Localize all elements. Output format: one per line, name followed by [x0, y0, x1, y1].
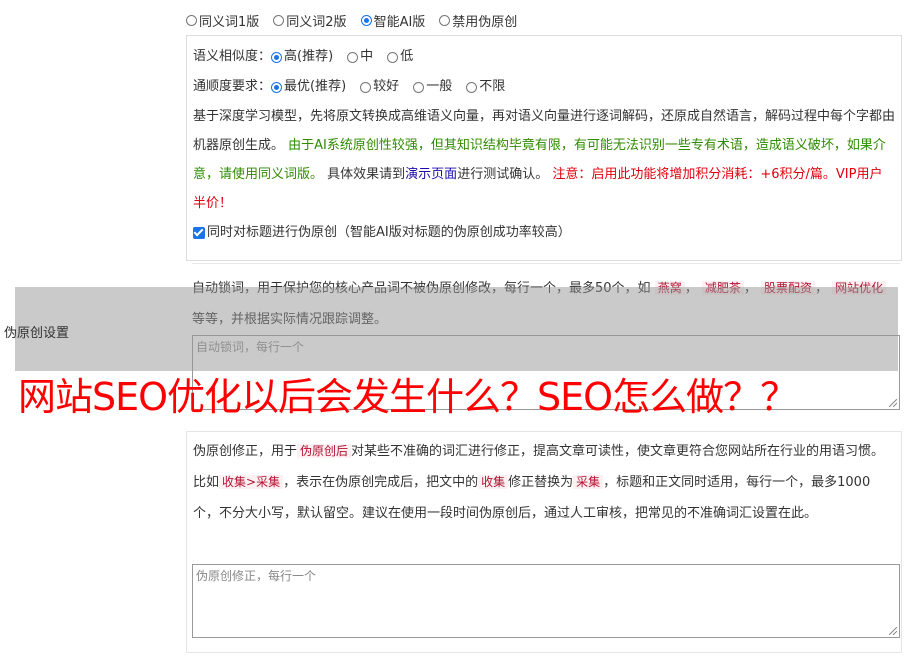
- version-disable-option[interactable]: 禁用伪原创: [439, 11, 517, 30]
- fluency-label: 通顺度要求：: [193, 79, 272, 94]
- option-label: 一般: [426, 79, 453, 94]
- radio-icon[interactable]: [186, 15, 197, 26]
- checkbox-checked-icon[interactable]: [193, 227, 205, 239]
- correction-text: 伪原创修正，用于: [193, 444, 298, 459]
- title-rewrite-checkbox[interactable]: 同时对标题进行伪原创（智能AI版对标题的伪原创成功率较高）: [193, 218, 895, 248]
- radio-selected-icon[interactable]: [271, 51, 283, 63]
- correction-description: 伪原创修正，用于 伪原创后 对某些不准确的词汇进行修正，提高文章可读性，使文章更符合…: [193, 436, 895, 529]
- description-text: 进行测试确认。: [457, 167, 549, 182]
- resize-handle-icon[interactable]: [889, 399, 897, 407]
- radio-selected-icon[interactable]: [360, 15, 372, 26]
- option-label: 智能AI版: [373, 15, 426, 30]
- correction-text: 修正替换为: [508, 475, 574, 490]
- correction-textarea[interactable]: 伪原创修正，每行一个: [192, 564, 900, 638]
- demo-page-link[interactable]: 演示页面: [405, 167, 457, 182]
- fluency-row: 通顺度要求： 最优(推荐) 较好 一般 不限: [193, 72, 895, 102]
- example-tag: 收集: [478, 475, 509, 489]
- radio-icon[interactable]: [360, 81, 372, 93]
- option-label: 同义词1版: [199, 15, 260, 30]
- correction-text: ，表示在伪原创完成后，把文中的: [283, 475, 479, 490]
- settings-label: 伪原创设置: [4, 326, 70, 341]
- option-label: 不限: [479, 79, 506, 94]
- ai-description: 基于深度学习模型，先将原文转换成高维语义向量，再对语义向量进行逐词解码，还原成自…: [193, 102, 895, 218]
- option-label: 高(推荐): [284, 49, 334, 64]
- checkbox-label: 同时对标题进行伪原创（智能AI版对标题的伪原创成功率较高）: [207, 225, 571, 240]
- similarity-low-option[interactable]: 低: [387, 42, 413, 72]
- ai-settings-panel: 语义相似度： 高(推荐) 中 低 通顺度要求： 最优(推荐) 较好 一般 不限 …: [186, 35, 902, 261]
- option-label: 最优(推荐): [284, 79, 347, 94]
- radio-icon[interactable]: [439, 15, 451, 26]
- resize-handle-icon[interactable]: [889, 627, 897, 635]
- fluency-good-option[interactable]: 较好: [360, 72, 399, 102]
- radio-icon[interactable]: [273, 15, 285, 26]
- radio-icon[interactable]: [413, 81, 425, 93]
- fluency-best-option[interactable]: 最优(推荐): [271, 72, 346, 102]
- description-text: 具体效果请到: [327, 167, 406, 182]
- similarity-mid-option[interactable]: 中: [347, 42, 373, 72]
- version-synonym1-option[interactable]: 同义词1版: [186, 11, 259, 30]
- version-ai-option[interactable]: 智能AI版: [360, 11, 426, 30]
- divider: [192, 263, 900, 264]
- option-label: 低: [400, 49, 414, 64]
- fluency-any-option[interactable]: 不限: [466, 72, 505, 102]
- textarea-placeholder: 伪原创修正，每行一个: [196, 569, 317, 583]
- example-tag: 伪原创后: [297, 444, 352, 458]
- similarity-row: 语义相似度： 高(推荐) 中 低: [193, 42, 895, 72]
- option-label: 同义词2版: [286, 15, 347, 30]
- radio-selected-icon[interactable]: [271, 81, 283, 93]
- similarity-label: 语义相似度：: [193, 49, 272, 64]
- option-label: 禁用伪原创: [452, 15, 518, 30]
- example-tag: 收集>采集: [219, 475, 284, 489]
- example-tag: 采集: [573, 475, 604, 489]
- overlay-band: [15, 287, 898, 371]
- fluency-normal-option[interactable]: 一般: [413, 72, 452, 102]
- similarity-high-option[interactable]: 高(推荐): [271, 42, 333, 72]
- option-label: 较好: [373, 79, 400, 94]
- option-label: 中: [360, 49, 374, 64]
- version-radio-group: 同义词1版 同义词2版 智能AI版 禁用伪原创: [186, 11, 531, 30]
- version-synonym2-option[interactable]: 同义词2版: [273, 11, 347, 30]
- radio-icon[interactable]: [466, 81, 478, 93]
- radio-icon[interactable]: [387, 51, 399, 63]
- headline-overlay: 网站SEO优化以后会发生什么？SEO怎么做？？: [18, 375, 798, 419]
- radio-icon[interactable]: [347, 51, 359, 63]
